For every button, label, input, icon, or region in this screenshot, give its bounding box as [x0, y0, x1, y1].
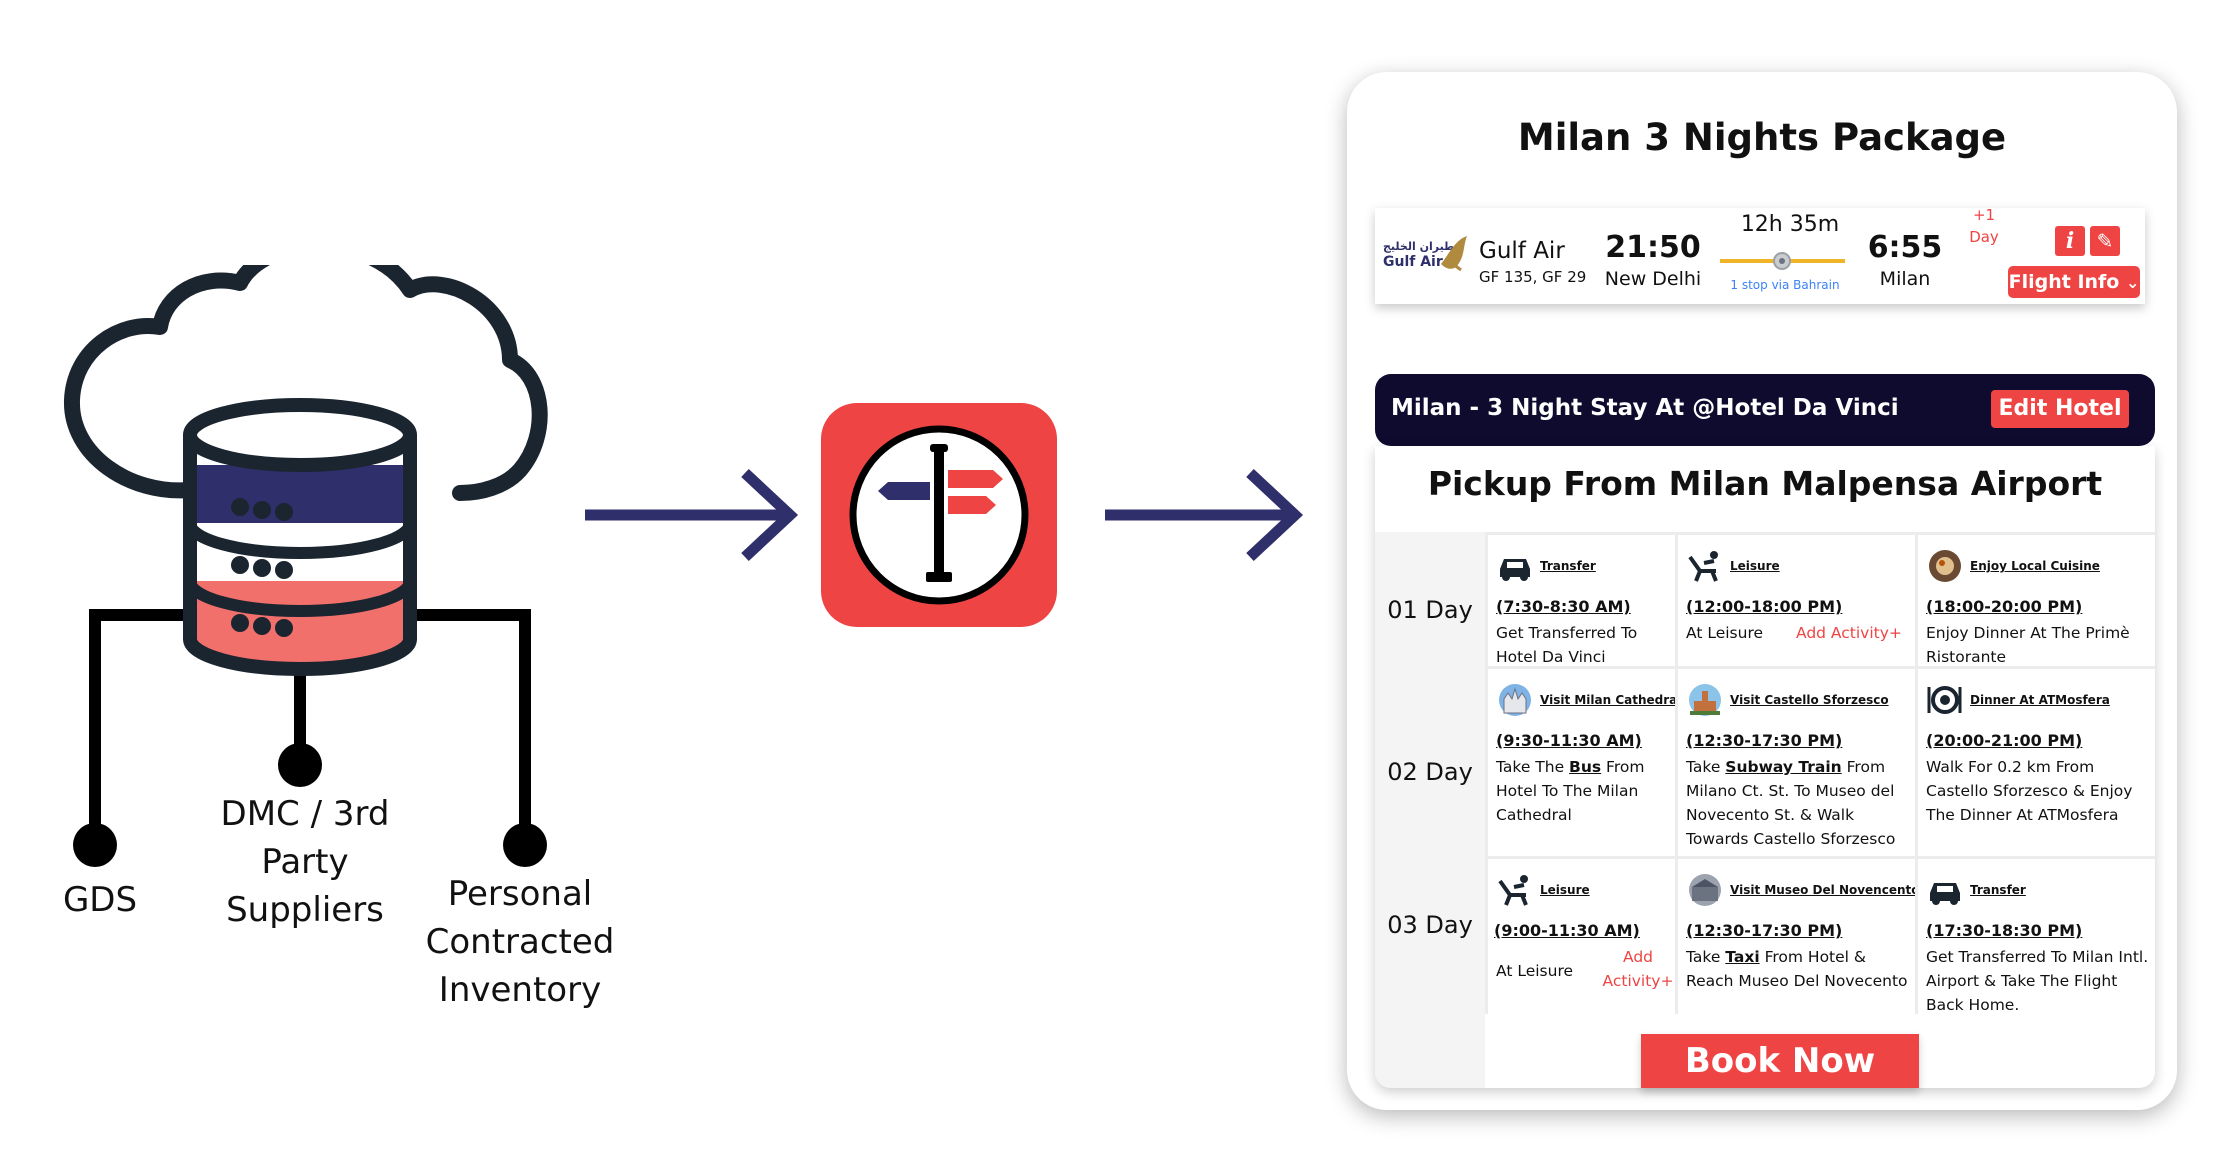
- activity-cell[interactable]: Visit Milan Cathedral (9:30-11:30 AM) Ta…: [1485, 666, 1681, 856]
- pickup-title: Pickup From Milan Malpensa Airport: [1427, 464, 2103, 503]
- stops-text: 1 stop via Bahrain: [1730, 278, 1840, 292]
- add-activity-link[interactable]: Add Activity+: [1600, 945, 1676, 993]
- hotel-stay-bar: Milan - 3 Night Stay At @Hotel Da Vinci …: [1375, 374, 2155, 446]
- day-label: 02 Day: [1387, 758, 1473, 786]
- signpost-app-icon: [821, 403, 1057, 627]
- dinner-plate-icon: [1927, 686, 1962, 714]
- activity-cell[interactable]: Enjoy Local Cuisine (18:00-20:00 PM) Enj…: [1915, 532, 2155, 666]
- book-now-button[interactable]: Book Now: [1641, 1034, 1919, 1088]
- chevron-down-icon: ⌄: [2125, 273, 2140, 292]
- lounge-chair-icon: [1498, 875, 1528, 906]
- gulf-air-logo: طيران الخليج Gulf Air: [1379, 236, 1467, 278]
- package-title: Milan 3 Nights Package: [1517, 116, 2007, 159]
- castle-photo-icon: [1689, 684, 1721, 716]
- flight-row: طيران الخليج Gulf Air Gulf Air GF 135, G…: [1375, 206, 2145, 304]
- flight-duration: 12h 35m: [1740, 212, 1840, 237]
- itinerary-box: Pickup From Milan Malpensa Airport 01 Da…: [1375, 446, 2155, 1088]
- edit-hotel-button[interactable]: Edit Hotel: [1991, 390, 2129, 428]
- museum-photo-icon: [1689, 874, 1721, 906]
- route-line-icon: [1720, 252, 1845, 270]
- activity-cell[interactable]: Leisure (9:00-11:30 AM) At Leisure Add A…: [1485, 856, 1675, 1014]
- flight-info-button[interactable]: Flight Info ⌄: [2008, 266, 2140, 298]
- arrive-time: 6:55: [1867, 230, 1943, 265]
- arrive-city: Milan: [1879, 268, 1931, 290]
- activity-cell[interactable]: Transfer (7:30-8:30 AM) Get Transferred …: [1485, 532, 1675, 666]
- day-label: 01 Day: [1387, 596, 1473, 624]
- source-personal-label: Personal Contracted Inventory: [425, 874, 615, 1010]
- edit-flight-button[interactable]: ✎: [2090, 226, 2120, 256]
- depart-city: New Delhi: [1604, 268, 1702, 290]
- flight-numbers: GF 135, GF 29: [1479, 268, 1587, 286]
- activity-cell[interactable]: Dinner At ATMosfera (20:00-21:00 PM) Wal…: [1915, 666, 2155, 856]
- depart-time: 21:50: [1605, 230, 1701, 265]
- cathedral-photo-icon: [1499, 684, 1531, 716]
- car-icon: [1500, 559, 1530, 581]
- activity-cell[interactable]: Visit Museo Del Novencento (12:30-17:30 …: [1675, 856, 1920, 1014]
- activity-cell[interactable]: Transfer (17:30-18:30 PM) Get Transferre…: [1915, 856, 2155, 1014]
- day-label: 03 Day: [1387, 911, 1473, 939]
- hotel-stay-title: Milan - 3 Night Stay At @Hotel Da Vinci: [1391, 395, 1899, 421]
- falcon-icon: [1441, 236, 1467, 272]
- arrow-right-icon: [585, 468, 799, 562]
- info-button[interactable]: i: [2055, 226, 2085, 256]
- car-icon: [1930, 883, 1960, 905]
- activity-cell[interactable]: Leisure (12:00-18:00 PM) At Leisure Add …: [1675, 532, 1915, 666]
- cuisine-photo-icon: [1929, 550, 1961, 582]
- airline-name: Gulf Air: [1479, 238, 1565, 264]
- package-card: Milan 3 Nights Package طيران الخليج Gulf…: [1347, 72, 2177, 1110]
- activity-cell[interactable]: Visit Castello Sforzesco (12:30-17:30 PM…: [1675, 666, 1915, 856]
- source-dmc-label: DMC / 3rd Party Suppliers: [220, 794, 390, 930]
- day-offset: +1 Day: [1969, 206, 1999, 246]
- source-gds-label: GDS: [62, 880, 138, 920]
- add-activity-link[interactable]: Add Activity+: [1796, 621, 1902, 645]
- arrow-right-icon: [1105, 468, 1304, 562]
- lounge-chair-icon: [1688, 551, 1718, 582]
